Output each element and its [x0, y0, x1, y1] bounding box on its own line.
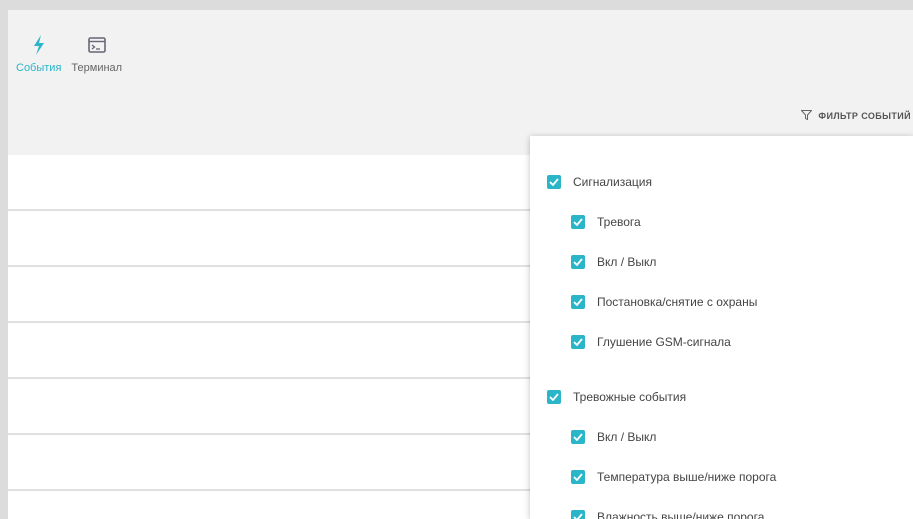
filter-item-events-onoff[interactable]: Вкл / Выкл [530, 417, 913, 457]
tab-terminal-label: Терминал [71, 62, 123, 74]
filter-item-temperature[interactable]: Температура выше/ниже порога [530, 457, 913, 497]
event-filter-button[interactable]: ФИЛЬТР СОБЫТИЙ [800, 110, 911, 122]
tab-events-label: События [16, 62, 62, 74]
filter-item-label: Постановка/снятие с охраны [597, 295, 758, 309]
filter-item-humidity[interactable]: Влажность выше/ниже порога [530, 497, 913, 519]
filter-item-label: Вкл / Выкл [597, 430, 657, 444]
checkbox-checked-icon[interactable] [547, 175, 561, 189]
tab-events[interactable]: События [16, 34, 61, 74]
checkbox-checked-icon[interactable] [571, 295, 585, 309]
checkbox-checked-icon[interactable] [547, 390, 561, 404]
filter-group-alarm-events[interactable]: Тревожные события [530, 377, 913, 417]
checkbox-checked-icon[interactable] [571, 215, 585, 229]
filter-item-label: Глушение GSM-сигнала [597, 335, 731, 349]
filter-item-alarm-trigger[interactable]: Тревога [530, 202, 913, 242]
filter-item-label: Влажность выше/ниже порога [597, 510, 765, 519]
checkbox-checked-icon[interactable] [571, 255, 585, 269]
filter-item-gsm-jamming[interactable]: Глушение GSM-сигнала [530, 322, 913, 362]
event-filter-dropdown: Сигнализация Тревога Вкл / Выкл Постанов… [530, 136, 913, 519]
filter-item-label: Температура выше/ниже порога [597, 470, 777, 484]
filter-group-label: Сигнализация [573, 175, 653, 189]
tab-terminal[interactable]: Терминал [71, 34, 122, 74]
lightning-icon [32, 34, 46, 56]
filter-item-arm-disarm[interactable]: Постановка/снятие с охраны [530, 282, 913, 322]
checkbox-checked-icon[interactable] [571, 470, 585, 484]
checkbox-checked-icon[interactable] [571, 430, 585, 444]
terminal-icon [87, 34, 106, 56]
events-panel: События Терминал ФИЛЬТР СОБЫТИЙ Сигнализ… [8, 10, 913, 519]
filter-group-alarm[interactable]: Сигнализация [530, 162, 913, 202]
filter-item-alarm-onoff[interactable]: Вкл / Выкл [530, 242, 913, 282]
checkbox-checked-icon[interactable] [571, 335, 585, 349]
checkbox-checked-icon[interactable] [571, 510, 585, 519]
filter-group-label: Тревожные события [573, 390, 687, 404]
filter-item-label: Тревога [597, 215, 641, 229]
tab-bar: События Терминал [16, 34, 122, 74]
event-filter-label: ФИЛЬТР СОБЫТИЙ [818, 111, 911, 121]
filter-icon [800, 110, 813, 122]
filter-item-label: Вкл / Выкл [597, 255, 657, 269]
